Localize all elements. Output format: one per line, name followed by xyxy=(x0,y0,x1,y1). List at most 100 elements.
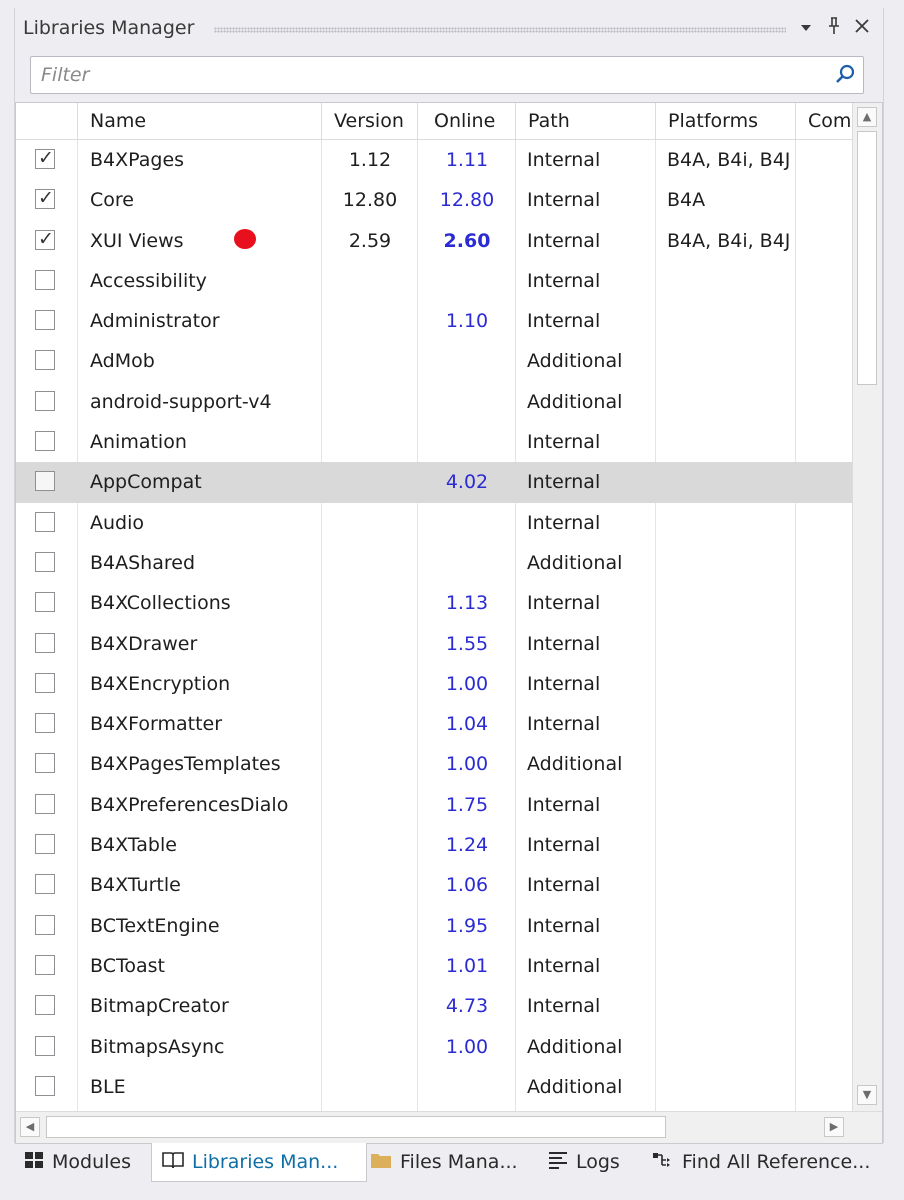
scroll-left-icon[interactable]: ◀ xyxy=(20,1117,40,1137)
horizontal-scroll-thumb[interactable] xyxy=(46,1116,666,1138)
table-row[interactable]: B4XPagesTemplates 1.00 Additional xyxy=(16,744,852,784)
table-row[interactable]: Accessibility Internal xyxy=(16,261,852,301)
row-checkbox[interactable] xyxy=(35,390,55,411)
vertical-scrollbar[interactable]: ▲ ▼ xyxy=(852,103,882,1111)
tab-libraries-manager[interactable]: Libraries Man... xyxy=(151,1143,367,1182)
library-online-version: 1.10 xyxy=(445,310,489,333)
row-checkbox[interactable]: ✓ xyxy=(35,187,55,210)
library-version xyxy=(322,261,418,301)
vertical-scroll-thumb[interactable] xyxy=(857,131,877,385)
row-checkbox[interactable] xyxy=(35,310,55,331)
table-row[interactable]: BitmapsAsync 1.00 Additional xyxy=(16,1027,852,1067)
close-icon[interactable] xyxy=(850,16,874,42)
column-header-name[interactable]: Name xyxy=(78,103,322,139)
row-checkbox[interactable] xyxy=(35,471,55,492)
row-checkbox[interactable] xyxy=(35,1035,55,1056)
table-row[interactable]: BitmapCreator 4.73 Internal xyxy=(16,986,852,1026)
table-row[interactable]: ✓ B4XPages 1.12 1.11 Internal B4A, B4i, B4J xyxy=(16,140,852,180)
table-row[interactable]: AdMob Additional xyxy=(16,341,852,381)
panel-titlebar: Libraries Manager xyxy=(14,8,882,50)
dropdown-icon[interactable] xyxy=(794,16,818,42)
row-checkbox[interactable] xyxy=(35,874,55,895)
library-version xyxy=(322,664,418,704)
table-row[interactable]: AppCompat 4.02 Internal xyxy=(16,462,852,503)
table-row[interactable]: Administrator 1.10 Internal xyxy=(16,301,852,341)
tab-logs[interactable]: Logs xyxy=(548,1143,638,1181)
table-row[interactable]: ✓ XUI Views 2.59 2.60 Internal B4A, B4i, B4J xyxy=(16,221,852,261)
row-checkbox[interactable] xyxy=(35,954,55,975)
column-header-platforms[interactable]: Platforms xyxy=(656,103,796,139)
row-checkbox[interactable] xyxy=(35,350,55,371)
column-header-path[interactable]: Path xyxy=(516,103,656,139)
table-row[interactable]: Audio Internal xyxy=(16,503,852,543)
library-version: 12.80 xyxy=(342,189,398,212)
library-version: 1.12 xyxy=(348,149,392,171)
find-references-icon xyxy=(652,1144,674,1182)
library-online-version xyxy=(418,503,516,543)
table-row[interactable]: B4XCollections 1.13 Internal xyxy=(16,583,852,623)
row-checkbox[interactable]: ✓ xyxy=(35,147,55,169)
table-row[interactable]: B4AShared Additional xyxy=(16,543,852,583)
row-checkbox[interactable] xyxy=(35,753,55,774)
table-row[interactable]: BLE Additional xyxy=(16,1067,852,1107)
column-header-check[interactable] xyxy=(16,103,78,139)
row-checkbox[interactable] xyxy=(35,511,55,532)
library-platforms xyxy=(667,301,807,341)
table-row[interactable]: B4XFormatter 1.04 Internal xyxy=(16,704,852,744)
library-name: B4XPages xyxy=(90,149,185,171)
tab-modules[interactable]: Modules xyxy=(24,1143,149,1181)
row-checkbox[interactable] xyxy=(35,713,55,734)
titlebar-grip[interactable] xyxy=(214,27,786,33)
row-checkbox[interactable] xyxy=(35,793,55,814)
row-checkbox[interactable] xyxy=(35,672,55,693)
row-checkbox[interactable] xyxy=(35,592,55,613)
row-checkbox[interactable] xyxy=(35,632,55,653)
row-checkbox[interactable] xyxy=(35,1075,55,1096)
row-checkbox[interactable] xyxy=(35,269,55,290)
tab-libraries-manager-label: Libraries Man... xyxy=(192,1151,339,1173)
tab-files-manager[interactable]: Files Mana... xyxy=(370,1143,536,1181)
column-header-version[interactable]: Version xyxy=(322,103,418,139)
scroll-up-icon[interactable]: ▲ xyxy=(857,107,877,127)
table-row[interactable]: ✓ Core 12.80 12.80 Internal B4A xyxy=(16,180,852,220)
table-row[interactable]: BCTextEngine 1.95 Internal xyxy=(16,906,852,946)
table-row[interactable]: android-support-v4 Additional xyxy=(16,382,852,422)
row-checkbox[interactable]: ✓ xyxy=(35,228,55,250)
library-path: Internal xyxy=(527,713,601,736)
row-checkbox[interactable] xyxy=(35,995,55,1016)
library-name: B4XPreferencesDialo xyxy=(90,793,289,816)
row-checkbox[interactable] xyxy=(35,551,55,572)
scroll-right-icon[interactable]: ▶ xyxy=(824,1117,844,1137)
scroll-down-icon[interactable]: ▼ xyxy=(857,1085,877,1105)
filter-input[interactable] xyxy=(39,57,823,93)
library-online-version: 1.55 xyxy=(445,632,489,655)
row-checkbox[interactable] xyxy=(35,914,55,935)
row-checkbox[interactable] xyxy=(35,834,55,855)
pin-icon[interactable] xyxy=(822,16,846,42)
library-name: BCToast xyxy=(90,954,165,977)
table-header: Name Version Online Path Platforms Com xyxy=(16,103,852,140)
column-header-online[interactable]: Online xyxy=(418,103,516,139)
table-row[interactable]: B4XEncryption 1.00 Internal xyxy=(16,664,852,704)
table-row[interactable]: Animation Internal xyxy=(16,422,852,462)
library-platforms: B4A xyxy=(667,189,706,212)
library-path: Internal xyxy=(527,672,601,695)
library-online-version: 1.04 xyxy=(445,713,489,736)
table-row[interactable]: B4XTurtle 1.06 Internal xyxy=(16,865,852,905)
horizontal-scrollbar[interactable]: ◀ ▶ xyxy=(16,1111,882,1143)
table-row[interactable]: B4XDrawer 1.55 Internal xyxy=(16,624,852,664)
library-platforms xyxy=(667,1067,807,1107)
table-row[interactable]: B4XTable 1.24 Internal xyxy=(16,825,852,865)
library-name: B4XTurtle xyxy=(90,874,181,897)
library-version: 2.59 xyxy=(348,229,392,252)
table-body: ✓ B4XPages 1.12 1.11 Internal B4A, B4i, B4J ✓ C… xyxy=(16,140,852,1107)
table-row[interactable]: B4XPreferencesDialo 1.75 Internal xyxy=(16,785,852,825)
column-header-comments[interactable]: Com xyxy=(796,103,852,139)
search-icon[interactable] xyxy=(833,62,857,86)
tab-find-all-references-label: Find All Reference... xyxy=(682,1151,871,1173)
tab-logs-label: Logs xyxy=(576,1151,620,1173)
row-checkbox[interactable] xyxy=(35,431,55,452)
table-row[interactable]: BCToast 1.01 Internal xyxy=(16,946,852,986)
tab-find-all-references[interactable]: Find All Reference... xyxy=(652,1143,876,1181)
library-online-version: 1.75 xyxy=(445,793,489,816)
